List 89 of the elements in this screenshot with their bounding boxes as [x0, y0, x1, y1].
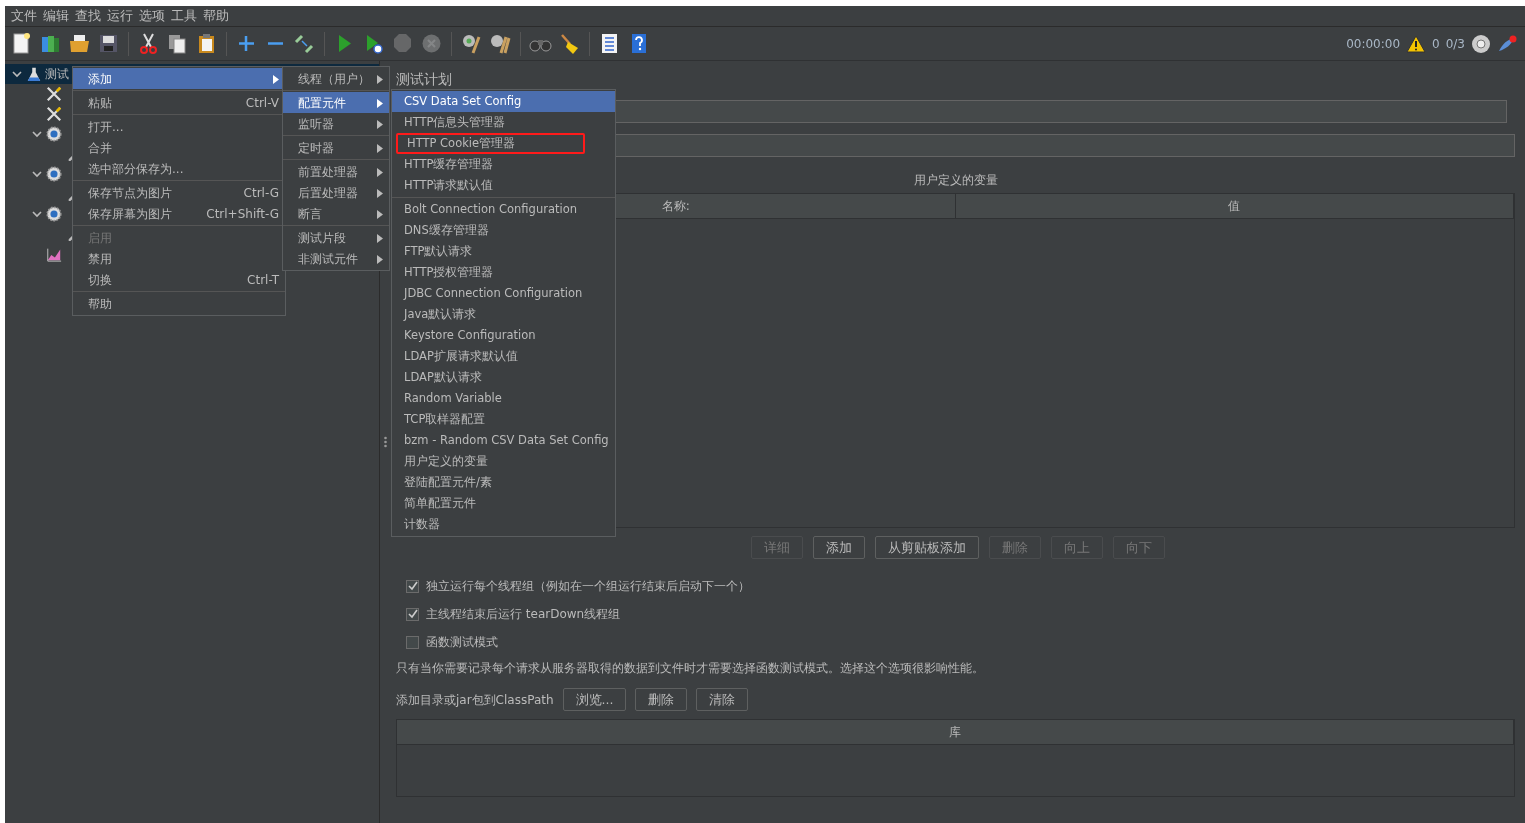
gear-icon — [46, 205, 62, 223]
wrench-screwdriver-icon — [46, 105, 62, 123]
menu-item[interactable]: 计数器 — [392, 514, 615, 535]
shortcut-text: Ctrl-V — [244, 94, 279, 112]
menu-item[interactable]: 选中部分保存为... — [73, 158, 285, 179]
menu-item[interactable]: 禁用 — [73, 248, 285, 269]
menu-item[interactable]: LDAP扩展请求默认值 — [392, 346, 615, 367]
warning-icon[interactable] — [1406, 34, 1427, 53]
table-button[interactable]: 从剪贴板添加 — [875, 536, 979, 559]
warning-count: 0 — [1432, 35, 1440, 53]
menu-item[interactable]: 用户定义的变量 — [392, 451, 615, 472]
classpath-button[interactable]: 清除 — [696, 688, 749, 711]
menu-item[interactable]: LDAP默认请求 — [392, 367, 615, 388]
expanded-caret-icon[interactable] — [31, 128, 43, 140]
expanded-caret-icon[interactable] — [11, 68, 23, 80]
table-button[interactable]: 添加 — [813, 536, 865, 559]
gear-icon — [46, 125, 62, 143]
menu-item[interactable]: 非测试元件 — [283, 248, 389, 269]
menu-item[interactable]: HTTP Cookie管理器 — [396, 133, 585, 154]
checkbox-label: 主线程结束后运行 tearDown线程组 — [426, 606, 621, 623]
menu-item[interactable]: HTTP缓存管理器 — [392, 154, 615, 175]
active-threads: 0/3 — [1445, 35, 1465, 53]
menu-item[interactable]: 运行 — [104, 6, 136, 26]
menu-item[interactable]: 定时器 — [283, 137, 389, 158]
menu-item[interactable]: 切换 Ctrl-T — [73, 269, 285, 290]
elapsed-time: 00:00:00 — [1346, 35, 1401, 53]
shortcut-text: Ctrl-T — [246, 271, 279, 289]
column-header[interactable]: 值 — [955, 194, 1514, 218]
flask-icon — [26, 65, 42, 83]
menu-item[interactable]: HTTP授权管理器 — [392, 262, 615, 283]
menu-item[interactable]: 打开... — [73, 116, 285, 137]
menu-item[interactable]: bzm - Random CSV Data Set Config — [392, 430, 615, 451]
menu-item[interactable]: 合并 — [73, 137, 285, 158]
splitter-handle-icon[interactable] — [383, 436, 387, 448]
menu-item[interactable]: TCP取样器配置 — [392, 409, 615, 430]
menu-item[interactable]: 选项 — [136, 6, 168, 26]
menu-item[interactable]: 简单配置元件 — [392, 493, 615, 514]
menu-item[interactable]: 保存节点为图片 Ctrl-G — [73, 182, 285, 203]
checkbox[interactable] — [406, 579, 419, 593]
menu-item[interactable]: 编辑 — [40, 6, 72, 26]
menu-item[interactable]: HTTP请求默认值 — [392, 175, 615, 196]
classpath-button[interactable]: 浏览... — [562, 688, 627, 711]
menu-item[interactable]: 登陆配置元件/素 — [392, 472, 615, 493]
shortcut-text: Ctrl+Shift-G — [205, 205, 279, 223]
gear-icon — [46, 165, 62, 183]
menu-item[interactable]: CSV Data Set Config — [392, 91, 615, 112]
shortcut-text: Ctrl-G — [242, 184, 279, 202]
classpath-label: 添加目录或jar包到ClassPath — [396, 691, 554, 709]
new-file-icon[interactable] — [10, 32, 33, 55]
menu-item[interactable]: 配置元件 — [283, 92, 389, 113]
panel-title: 测试计划 — [396, 70, 453, 89]
menu-item[interactable]: 工具 — [168, 6, 200, 26]
menu-item[interactable]: 保存屏幕为图片 Ctrl+Shift-G — [73, 203, 285, 224]
menu-item[interactable]: Keystore Configuration — [392, 325, 615, 346]
menu-item[interactable]: 帮助 — [200, 6, 232, 26]
menu-item[interactable]: 查找 — [72, 6, 104, 26]
menu-item[interactable]: 后置处理器 — [283, 182, 389, 203]
menu-item[interactable]: 前置处理器 — [283, 161, 389, 182]
menu-item[interactable]: 断言 — [283, 203, 389, 224]
menu-item[interactable]: DNS缓存管理器 — [392, 220, 615, 241]
copy-icon[interactable] — [166, 32, 189, 55]
classpath-button[interactable]: 删除 — [635, 688, 688, 711]
checkbox[interactable] — [406, 635, 419, 649]
open-folder-icon[interactable] — [68, 32, 91, 55]
menu-item[interactable]: 粘贴 Ctrl-V — [73, 92, 285, 113]
menu-item[interactable]: Java默认请求 — [392, 304, 615, 325]
broom-icon[interactable] — [558, 32, 581, 55]
expanded-caret-icon[interactable] — [31, 208, 43, 220]
menu-item[interactable]: 帮助 — [73, 293, 285, 314]
menu-item[interactable]: Random Variable — [392, 388, 615, 409]
scissors-icon[interactable] — [137, 32, 160, 55]
menu-item[interactable]: 文件 — [8, 6, 40, 26]
section-title: 用户定义的变量 — [913, 173, 998, 187]
menu-item[interactable]: HTTP信息头管理器 — [392, 112, 615, 133]
checkbox-label: 独立运行每个线程组（例如在一个组运行结束后启动下一个） — [426, 578, 750, 595]
feather-icon[interactable] — [1497, 34, 1517, 53]
checkbox[interactable] — [406, 607, 419, 621]
tree-item[interactable]: 测试 — [45, 65, 69, 83]
menu-item[interactable]: 监听器 — [283, 113, 389, 134]
expanded-caret-icon[interactable] — [31, 168, 43, 180]
wrench-screwdriver-icon — [46, 85, 62, 103]
pencils-icon[interactable] — [293, 32, 316, 55]
menu-item[interactable]: FTP默认请求 — [392, 241, 615, 262]
note-text: 只有当你需要记录每个请求从服务器取得的数据到文件时才需要选择函数测试模式。选择这个选项很影响性能。 — [396, 660, 985, 677]
menu-item[interactable]: 测试片段 — [283, 227, 389, 248]
menu-item[interactable]: 线程（用户） — [283, 68, 389, 89]
checkbox-label: 函数测试模式 — [426, 634, 498, 651]
menu-item[interactable]: 添加 — [73, 68, 285, 89]
menu-item[interactable]: JDBC Connection Configuration — [392, 283, 615, 304]
